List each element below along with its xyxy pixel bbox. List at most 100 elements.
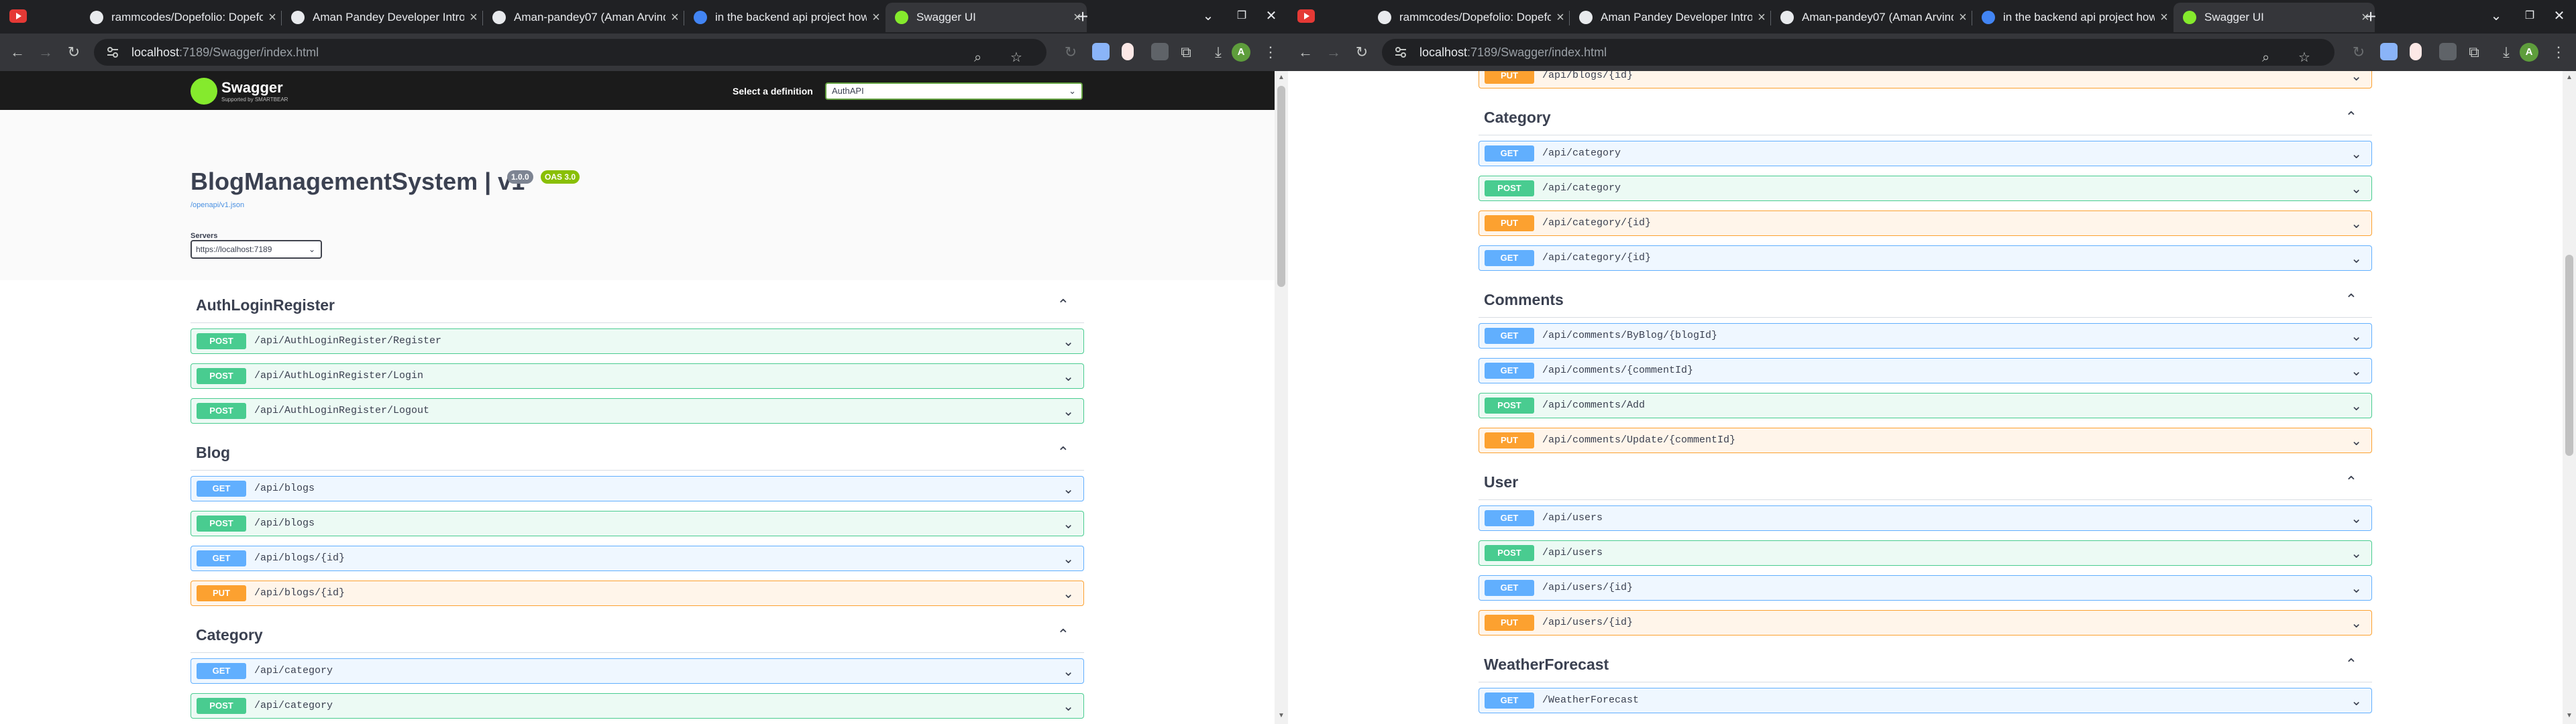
operation-row[interactable]: GET/api/comments/ByBlog/{blogId} ⌄ [1479,323,2372,349]
operation-row[interactable]: POST/api/AuthLoginRegister/Login ⌄ [191,363,1084,389]
chevron-down-icon[interactable]: ⌄ [1063,368,1074,385]
operation-row[interactable]: GET/api/users ⌄ [1479,505,2372,531]
scroll-up-icon[interactable]: ▲ [1277,74,1285,82]
close-tab-icon[interactable]: × [867,10,885,25]
chevron-down-icon[interactable]: ⌄ [2351,545,2362,562]
close-tab-icon[interactable]: × [2155,10,2174,25]
close-tab-icon[interactable]: × [1752,10,1771,25]
swagger-logo-icon[interactable] [191,78,217,105]
refresh-ext-icon[interactable]: ↻ [1060,42,1081,63]
extension-icon[interactable] [1122,43,1134,60]
tab-list-icon[interactable]: ⌄ [1191,4,1225,28]
operation-row[interactable]: GET/api/category/{id} ⌄ [1479,245,2372,271]
operation-row[interactable]: GET/api/users/{id} ⌄ [1479,575,2372,601]
chevron-up-icon[interactable]: ⌃ [2345,291,2357,308]
new-tab-button[interactable]: + [2359,5,2383,29]
operation-row[interactable]: PUT/api/users/{id} ⌄ [1479,610,2372,636]
search-icon[interactable]: ⌕ [2262,44,2269,71]
browser-tab[interactable]: Swagger UI × [885,3,1087,32]
extension-icon[interactable] [1092,43,1110,60]
chevron-down-icon[interactable]: ⌄ [2351,363,2362,379]
chevron-down-icon[interactable]: ⌄ [2351,180,2362,197]
search-icon[interactable]: ⌕ [974,44,981,71]
operation-row[interactable]: PUT/api/category/{id} ⌄ [1479,210,2372,236]
extension-icon[interactable] [2380,43,2398,60]
download-icon[interactable]: ⤓ [2496,42,2517,63]
tag-section-header[interactable]: Blog ⌃ [191,437,1084,471]
chevron-up-icon[interactable]: ⌃ [2345,473,2357,491]
extensions-puzzle-icon[interactable]: ⧉ [1175,42,1197,63]
operation-row[interactable]: PUT/api/blogs/{id} ⌄ [1479,71,2372,88]
close-tab-icon[interactable]: × [665,10,684,25]
forward-icon[interactable]: → [35,42,56,63]
tag-section-header[interactable]: AuthLoginRegister ⌃ [191,290,1084,323]
tag-section-header[interactable]: WeatherForecast ⌃ [1479,649,2372,682]
chevron-down-icon[interactable]: ⌄ [1063,403,1074,420]
close-window-icon[interactable]: ✕ [1254,4,1288,28]
chevron-down-icon[interactable]: ⌄ [2351,145,2362,162]
operation-row[interactable]: GET/api/blogs/{id} ⌄ [191,546,1084,571]
operation-row[interactable]: POST/api/AuthLoginRegister/Logout ⌄ [191,398,1084,424]
menu-icon[interactable]: ⋮ [2548,42,2569,63]
chevron-down-icon[interactable]: ⌄ [2351,250,2362,267]
menu-icon[interactable]: ⋮ [1260,42,1281,63]
chevron-down-icon[interactable]: ⌄ [2351,215,2362,232]
close-tab-icon[interactable]: × [263,10,282,25]
chevron-down-icon[interactable]: ⌄ [2351,71,2362,84]
chevron-up-icon[interactable]: ⌃ [2345,109,2357,126]
restore-window-icon[interactable]: ❐ [2513,4,2546,28]
scroll-thumb[interactable] [2565,255,2573,456]
chevron-down-icon[interactable]: ⌄ [1063,663,1074,680]
extension-icon[interactable] [1151,43,1169,60]
chevron-down-icon[interactable]: ⌄ [2351,432,2362,449]
operation-row[interactable]: POST/api/AuthLoginRegister/Register ⌄ [191,328,1084,354]
tag-section-header[interactable]: Category ⌃ [191,619,1084,653]
extensions-puzzle-icon[interactable]: ⧉ [2463,42,2485,63]
tab-list-icon[interactable]: ⌄ [2479,4,2513,28]
operation-row[interactable]: POST/api/comments/Add ⌄ [1479,393,2372,418]
chevron-up-icon[interactable]: ⌃ [1057,296,1069,314]
tag-section-header[interactable]: Comments ⌃ [1479,284,2372,318]
scroll-up-icon[interactable]: ▲ [2565,74,2573,82]
chevron-up-icon[interactable]: ⌃ [2345,656,2357,673]
tag-section-header[interactable]: User ⌃ [1479,467,2372,500]
chevron-down-icon[interactable]: ⌄ [2351,398,2362,414]
close-window-icon[interactable]: ✕ [2542,4,2576,28]
chevron-down-icon[interactable]: ⌄ [1063,481,1074,497]
swagger-logo-text[interactable]: Swagger [221,79,283,97]
spec-link[interactable]: /openapi/v1.json [191,201,244,209]
new-tab-button[interactable]: + [1071,5,1095,29]
download-icon[interactable]: ⤓ [1208,42,1229,63]
browser-tab[interactable]: in the backend api project how × [684,3,885,32]
chevron-up-icon[interactable]: ⌃ [1057,444,1069,461]
chevron-up-icon[interactable]: ⌃ [1057,626,1069,644]
tag-section-header[interactable]: Category ⌃ [1479,102,2372,135]
chevron-down-icon[interactable]: ⌄ [2351,615,2362,631]
browser-tab[interactable]: Aman Pandey Developer Intro × [1570,3,1771,32]
forward-icon[interactable]: → [1323,42,1344,63]
profile-avatar[interactable]: A [1232,43,1250,62]
restore-window-icon[interactable]: ❐ [1225,4,1258,28]
chevron-down-icon[interactable]: ⌄ [1063,585,1074,602]
operation-row[interactable]: PUT/api/blogs/{id} ⌄ [191,581,1084,606]
chevron-down-icon[interactable]: ⌄ [1063,550,1074,567]
refresh-ext-icon[interactable]: ↻ [2348,42,2369,63]
reload-icon[interactable]: ↻ [1351,42,1373,63]
tab-search-icon[interactable] [1297,9,1315,23]
browser-tab[interactable]: rammcodes/Dopefolio: Dopefo × [1368,3,1570,32]
chevron-down-icon[interactable]: ⌄ [2351,580,2362,597]
operation-row[interactable]: GET/WeatherForecast ⌄ [1479,688,2372,713]
operation-row[interactable]: PUT/api/comments/Update/{commentId} ⌄ [1479,428,2372,453]
address-bar[interactable]: localhost:7189/Swagger/index.html ⌕ ☆ [94,39,1046,66]
back-icon[interactable]: ← [1295,42,1316,63]
site-info-icon[interactable] [106,46,119,59]
scrollbar[interactable]: ▲ ▼ [1275,71,1288,724]
browser-tab[interactable]: Aman-pandey07 (Aman Arvind × [483,3,684,32]
back-icon[interactable]: ← [7,42,28,63]
scroll-down-icon[interactable]: ▼ [2565,712,2573,720]
close-tab-icon[interactable]: × [1551,10,1570,25]
bookmark-star-icon[interactable]: ☆ [2298,44,2310,71]
close-tab-icon[interactable]: × [464,10,483,25]
chevron-down-icon[interactable]: ⌄ [2351,692,2362,709]
operation-row[interactable]: GET/api/category ⌄ [191,658,1084,684]
